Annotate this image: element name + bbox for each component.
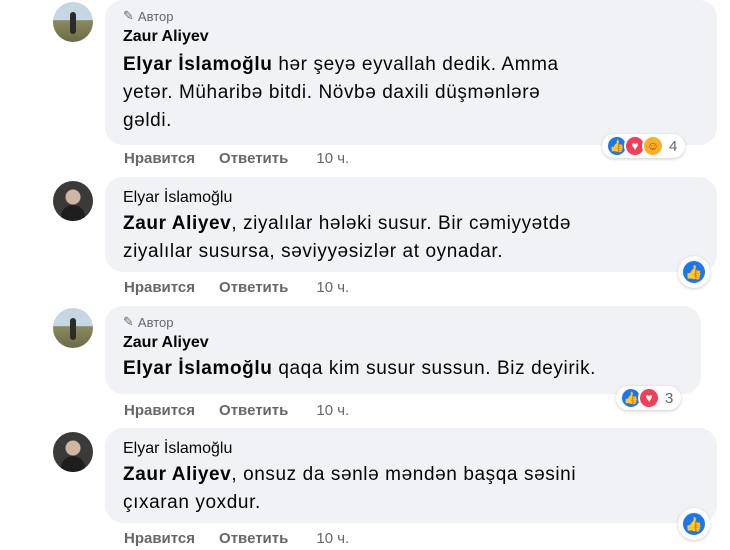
comment-bubble: Elyar İslamoğlu Zaur Aliyev, ziyalılar h…: [105, 177, 717, 272]
comment-text-line: yetər. Müharibə bitdi. Növbə daxili düşm…: [123, 82, 541, 103]
mention[interactable]: Zaur Aliyev: [123, 213, 231, 234]
comment-text: Zaur Aliyev, ziyalılar hələki susur. Bir…: [123, 210, 701, 266]
comment-bubble: ✎ Автор Zaur Aliyev Elyar İslamoğlu qaqa…: [105, 306, 701, 394]
comment-author[interactable]: Elyar İslamoğlu: [123, 439, 701, 459]
comment-bubble: ✎ Автор Zaur Aliyev Elyar İslamoğlu hər …: [105, 0, 717, 145]
like-button[interactable]: Нравится: [124, 279, 195, 296]
pen-icon: ✎: [123, 8, 134, 23]
timestamp[interactable]: 10 ч.: [316, 150, 349, 167]
like-button[interactable]: Нравится: [124, 402, 195, 419]
reaction-count: 3: [665, 389, 674, 407]
comment-actions: Нравится Ответить 10 ч.: [124, 150, 349, 167]
author-badge-label: Автор: [137, 8, 174, 24]
mention[interactable]: Zaur Aliyev: [123, 464, 231, 485]
reaction-summary[interactable]: 👍: [678, 256, 710, 288]
avatar[interactable]: [53, 2, 93, 42]
timestamp[interactable]: 10 ч.: [316, 279, 349, 296]
comment-text-line: ziyalılar susursa, səviyyəsizlər at oyna…: [123, 241, 504, 262]
reaction-summary[interactable]: 👍: [678, 508, 710, 540]
timestamp[interactable]: 10 ч.: [316, 530, 349, 547]
comment-author[interactable]: Elyar İslamoğlu: [123, 188, 701, 208]
reply-button[interactable]: Ответить: [219, 402, 288, 419]
like-button[interactable]: Нравится: [124, 150, 195, 167]
comment-bubble: Elyar İslamoğlu Zaur Aliyev, onsuz da sə…: [105, 428, 717, 523]
reply-button[interactable]: Ответить: [219, 150, 288, 167]
reaction-summary[interactable]: 👍 ♥ ☺ 4: [602, 134, 686, 158]
like-icon: 👍: [681, 259, 707, 285]
reply-button[interactable]: Ответить: [219, 530, 288, 547]
comment-text: Elyar İslamoğlu hər şeyə eyvallah dedik.…: [123, 51, 701, 135]
author-badge: ✎ Автор: [123, 8, 701, 24]
mention[interactable]: Elyar İslamoğlu: [123, 54, 272, 75]
reaction-summary[interactable]: 👍 ♥ 3: [616, 386, 682, 410]
avatar[interactable]: [53, 181, 93, 221]
reply-button[interactable]: Ответить: [219, 279, 288, 296]
author-badge-label: Автор: [137, 314, 174, 330]
like-button[interactable]: Нравится: [124, 530, 195, 547]
comment-text: Zaur Aliyev, onsuz da sənlə məndən başqa…: [123, 461, 701, 517]
pen-icon: ✎: [123, 314, 134, 329]
reaction-count: 4: [669, 137, 678, 155]
like-icon: 👍: [681, 511, 707, 537]
author-badge: ✎ Автор: [123, 314, 685, 330]
comment-text-line: çıxaran yoxdur.: [123, 492, 261, 513]
comment-text-line: qaqa kim susur sussun. Biz deyirik.: [272, 358, 597, 379]
comment-text-line: gəldi.: [123, 110, 173, 131]
mention[interactable]: Elyar İslamoğlu: [123, 358, 272, 379]
comment-author[interactable]: Zaur Aliyev: [123, 27, 701, 47]
comment-actions: Нравится Ответить 10 ч.: [124, 279, 349, 296]
avatar[interactable]: [53, 308, 93, 348]
care-icon: ☺: [642, 135, 664, 157]
avatar[interactable]: [53, 432, 93, 472]
comment-actions: Нравится Ответить 10 ч.: [124, 530, 349, 547]
comment-text-line: , ziyalılar hələki susur. Bir cəmiyyətdə: [231, 213, 572, 234]
love-icon: ♥: [638, 387, 660, 409]
comment-author[interactable]: Zaur Aliyev: [123, 333, 685, 353]
timestamp[interactable]: 10 ч.: [316, 402, 349, 419]
comment-text: Elyar İslamoğlu qaqa kim susur sussun. B…: [123, 355, 685, 383]
comment-text-line: , onsuz da sənlə məndən başqa səsini: [231, 464, 577, 485]
comment-actions: Нравится Ответить 10 ч.: [124, 402, 349, 419]
comment-text-line: hər şeyə eyvallah dedik. Amma: [278, 54, 559, 75]
